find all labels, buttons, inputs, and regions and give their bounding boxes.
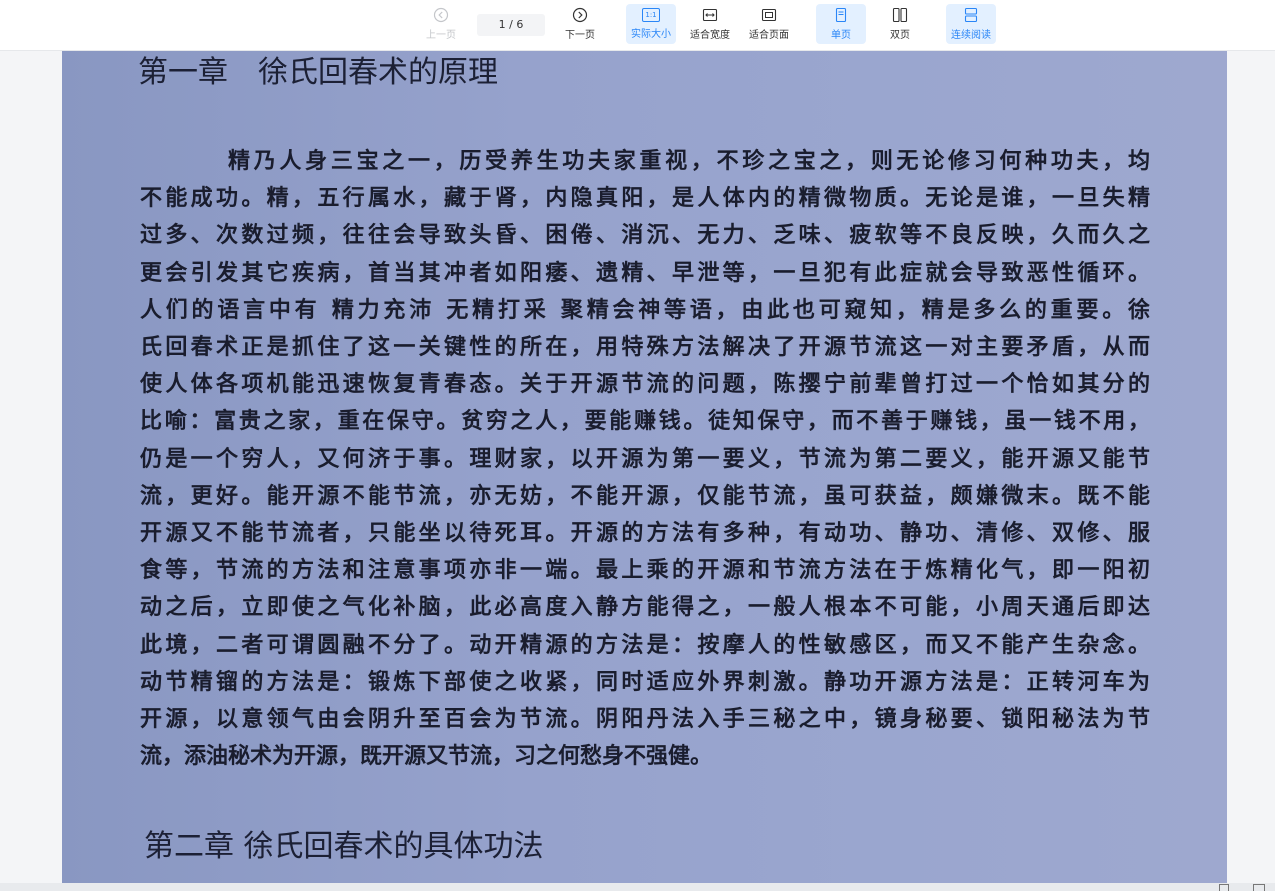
fit-width-button[interactable]: 适合宽度 <box>685 4 735 44</box>
continuous-reading-label: 连续阅读 <box>951 30 991 41</box>
paragraph-line: 此境，二者可谓圆融不分了。动开精源的方法是：按摩人的性敏感区，而又不能产生杂念。 <box>140 631 1150 658</box>
single-page-label: 单页 <box>831 30 851 41</box>
paragraph-line: 氏回春术正是抓住了这一关键性的所在，用特殊方法解决了开源节流这一对主要矛盾，从而 <box>140 334 1150 361</box>
actual-size-icon: 1:1 <box>642 8 660 22</box>
continuous-reading-icon <box>963 7 979 23</box>
paragraph-line: 精乃人身三宝之一，历受养生功夫家重视，不珍之宝之，则无论修习何种功夫，均 <box>228 148 1150 174</box>
next-page-button[interactable]: 下一页 <box>555 4 605 44</box>
document-page: 第一章 徐氏回春术的原理 精乃人身三宝之一，历受养生功夫家重视，不珍之宝之，则无… <box>62 51 1227 883</box>
chapter-1-paragraph: 精乃人身三宝之一，历受养生功夫家重视，不珍之宝之，则无论修习何种功夫，均 不能成… <box>140 143 1150 775</box>
prev-page-button[interactable]: 上一页 <box>416 4 466 44</box>
continuous-reading-button[interactable]: 连续阅读 <box>946 4 996 44</box>
chapter-1-title: 第一章 徐氏回春术的原理 <box>138 55 498 90</box>
fit-width-icon <box>702 7 718 23</box>
paragraph-line: 流，添油秘术为开源，既开源又节流，习之何愁身不强健。 <box>140 743 713 770</box>
paragraph-line: 开源又不能节流者，只能坐以待死耳。开源的方法有多种，有动功、静功、清修、双修、服 <box>140 520 1150 547</box>
chevron-left-circle-icon <box>433 7 449 23</box>
double-page-button[interactable]: 双页 <box>875 4 925 44</box>
paragraph-line: 人们的语言中有 精力充沛 无精打采 聚精会神等语，由此也可窥知，精是多么的重要。… <box>140 296 1150 323</box>
paragraph-line: 食等，节流的方法和注意事项亦非一端。最上乘的开源和节流方法在于炼精化气，即一阳初 <box>140 557 1150 584</box>
fit-page-label: 适合页面 <box>749 30 789 41</box>
paragraph-line: 流，更好。能开源不能节流，亦无妨，不能开源，仅能节流，虽可获益，颇嫌微末。既不能 <box>140 482 1150 509</box>
paragraph-line: 动之后，立即使之气化补脑，此必高度入静方能得之，一般人根本不可能，小周天通后即达 <box>140 594 1150 621</box>
paragraph-line: 不能成功。精，五行属水，藏于肾，内隐真阳，是人体内的精微物质。无论是谁，一旦失精 <box>140 185 1150 212</box>
actual-size-label: 实际大小 <box>631 29 671 40</box>
paragraph-line: 比喻：富贵之家，重在保守。贫穷之人，要能赚钱。徒知保守，而不善于赚钱，虽一钱不用… <box>140 408 1150 435</box>
double-page-label: 双页 <box>890 30 910 41</box>
actual-size-button[interactable]: 1:1 实际大小 <box>626 4 676 44</box>
status-bar <box>0 883 1275 891</box>
paragraph-line: 仍是一个穷人，又何济于事。理财家，以开源为第一要义，节流为第二要义，能开源又能节 <box>140 445 1150 472</box>
double-page-icon <box>892 7 908 23</box>
fit-page-button[interactable]: 适合页面 <box>744 4 794 44</box>
paragraph-line: 使人体各项机能迅速恢复青春态。关于开源节流的问题，陈撄宁前辈曾打过一个恰如其分的 <box>140 371 1150 398</box>
fit-width-label: 适合宽度 <box>690 30 730 41</box>
paragraph-line: 动节精镏的方法是：锻炼下部使之收紧，同时适应外界刺激。静功开源方法是：正转河车为 <box>140 668 1150 695</box>
viewer-toolbar: 上一页 1 / 6 下一页 1:1 实际大小 适合宽度 适合页面 单页 双页 连… <box>0 0 1275 51</box>
chapter-2-title: 第二章 徐氏回春术的具体功法 <box>144 829 544 864</box>
paragraph-line: 更会引发其它疾病，首当其冲者如阳痿、遗精、早泄等，一旦犯有此症就会导致恶性循环。 <box>140 259 1150 286</box>
document-viewer[interactable]: 第一章 徐氏回春术的原理 精乃人身三宝之一，历受养生功夫家重视，不珍之宝之，则无… <box>0 51 1275 883</box>
page-number-input[interactable]: 1 / 6 <box>477 14 545 36</box>
single-page-icon <box>833 7 849 23</box>
double-view-icon[interactable] <box>1253 884 1265 891</box>
paragraph-line: 开源，以意领气由会阴升至百会为节流。阴阳丹法入手三秘之中，镜身秘要、锁阳秘法为节 <box>140 706 1150 733</box>
chevron-right-circle-icon <box>572 7 588 23</box>
prev-page-label: 上一页 <box>426 30 456 41</box>
single-page-button[interactable]: 单页 <box>816 4 866 44</box>
next-page-label: 下一页 <box>565 30 595 41</box>
fit-page-icon <box>761 7 777 23</box>
paragraph-line: 过多、次数过频，往往会导致头昏、困倦、消沉、无力、乏味、疲软等不良反映，久而久之 <box>140 222 1150 249</box>
single-view-icon[interactable] <box>1219 884 1229 891</box>
